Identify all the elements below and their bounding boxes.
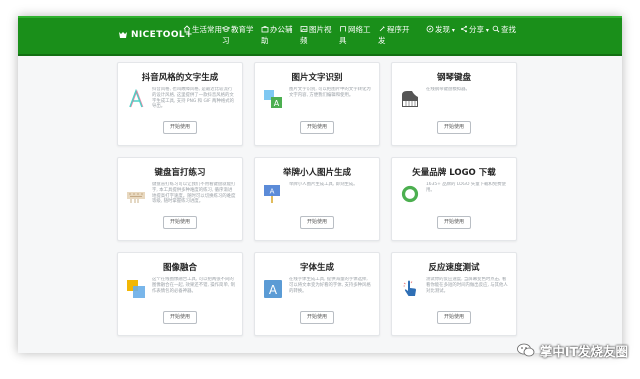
tool-card[interactable]: 字体生成 A 在线字体生成工具, 提供海量的字体选择, 可以将文本变为好看的字体…	[254, 252, 380, 336]
keyboard-typing-icon	[126, 184, 146, 204]
start-button[interactable]: 开始使用	[300, 121, 334, 134]
image-icon	[300, 25, 308, 33]
tool-card[interactable]: 抖音风格的文字生成 抖音风格, 也叫故障风格, 是最近比较流行的设计风格, 这里…	[117, 62, 243, 146]
card-title: 举牌小人图片生成	[282, 168, 351, 178]
card-description: 测试你的反应速度, 当屏幕变色时点击, 看看你能在多短的时间内做出反应, 与其他…	[426, 277, 508, 294]
svg-text:A: A	[270, 188, 275, 196]
start-button[interactable]: 开始使用	[300, 311, 334, 324]
share-icon	[460, 25, 468, 33]
card-description: 在线钢琴键盘模拟器。	[426, 87, 470, 92]
nav-item-image-video[interactable]: 图片视频	[300, 24, 338, 46]
tool-card[interactable]: 矢量品牌 LOGO 下载 1635+ 品牌的 LOGO 矢量下载和免费使用。 开…	[391, 157, 517, 241]
start-button[interactable]: 开始使用	[163, 216, 197, 229]
svg-text:A: A	[274, 99, 280, 108]
top-navigation-bar: NICETOOL+ 生活常用 教育学习 办公辅助 图片视频 网络工具 程序开发 …	[18, 16, 622, 56]
network-icon	[339, 25, 347, 33]
card-description: 图片文字识别, 可以把图片中的文字转化为文字内容, 方便我们编辑和使用。	[289, 87, 371, 98]
nav-item-office[interactable]: 办公辅助	[261, 24, 299, 46]
search-icon	[492, 25, 500, 33]
nav-label: 发现	[435, 25, 450, 34]
tool-card[interactable]: 图像融合 这个在线图像融合工具, 可以把两张不同的图像融合在一起, 效果还不错,…	[117, 252, 243, 336]
tools-grid: 抖音风格的文字生成 抖音风格, 也叫故障风格, 是最近比较流行的设计风格, 这里…	[18, 56, 622, 353]
start-button[interactable]: 开始使用	[437, 216, 471, 229]
tool-card[interactable]: 键盘盲打练习 键盘盲打练习可以让我们不用看键盘就能打字, 本工具提供多种难度的练…	[117, 157, 243, 241]
logo-icon	[118, 30, 128, 40]
card-title: 钢琴键盘	[436, 73, 471, 83]
card-title: 字体生成	[299, 263, 334, 273]
letter-a-glitch-icon	[126, 88, 146, 109]
card-description: 1635+ 品牌的 LOGO 矢量下载和免费使用。	[426, 182, 506, 193]
tap-pointer-icon	[400, 279, 420, 299]
sign-holder-icon: A	[263, 184, 283, 204]
svg-text:A: A	[269, 283, 278, 297]
overlapping-squares-icon	[126, 279, 146, 299]
briefcase-icon	[261, 25, 269, 33]
card-title: 图像融合	[162, 263, 197, 273]
watermark: 掌中IT发烧友圈	[516, 337, 628, 363]
card-description: 举牌小人图片生成工具, 即刻生成。	[289, 182, 358, 187]
tool-card[interactable]: 图片文字识别 A 图片文字识别, 可以把图片中的文字转化为文字内容, 方便我们编…	[254, 62, 380, 146]
tool-card[interactable]: 反应速度测试 测试你的反应速度, 当屏幕变色时点击, 看看你能在多短的时间内做出…	[391, 252, 517, 336]
card-description: 键盘盲打练习可以让我们不用看键盘就能打字, 本工具提供多种难度的练习, 循序渐进…	[152, 182, 236, 205]
letter-a-tile-icon: A	[263, 279, 283, 299]
compass-icon	[426, 25, 434, 33]
nav-item-life[interactable]: 生活常用	[183, 24, 222, 35]
nav-label: 生活常用	[192, 25, 222, 34]
card-title: 键盘盲打练习	[154, 168, 206, 178]
chevron-down-icon: ▾	[484, 27, 489, 34]
start-button[interactable]: 开始使用	[437, 311, 471, 324]
tool-card[interactable]: 举牌小人图片生成 A 举牌小人图片生成工具, 即刻生成。 开始使用	[254, 157, 380, 241]
card-description: 抖音风格, 也叫故障风格, 是最近比较流行的设计风格, 这里提供了一款抖音风格的…	[152, 87, 235, 110]
code-icon	[378, 25, 386, 33]
site-logo[interactable]: NICETOOL+	[118, 30, 193, 40]
nav-label: 分享	[469, 25, 484, 34]
start-button[interactable]: 开始使用	[300, 216, 334, 229]
nav-label: 查找	[501, 25, 516, 34]
nav-item-discover[interactable]: 发现 ▾	[426, 24, 455, 36]
card-title: 矢量品牌 LOGO 下载	[412, 168, 496, 178]
start-button[interactable]: 开始使用	[163, 311, 197, 324]
card-title: 反应速度测试	[428, 263, 480, 273]
tool-card[interactable]: 钢琴键盘 在线钢琴键盘模拟器。 开始使用	[391, 62, 517, 146]
card-description: 在线字体生成工具, 提供海量的字体选择, 可以将文本变为好看的字体, 支持多种风…	[289, 277, 371, 294]
nav-item-network[interactable]: 网络工具	[339, 24, 377, 46]
wechat-icon	[516, 340, 536, 360]
nav-item-dev[interactable]: 程序开发	[378, 24, 416, 46]
watermark-text: 掌中IT发烧友圈	[539, 343, 628, 359]
nav-item-education[interactable]: 教育学习	[222, 24, 260, 46]
start-button[interactable]: 开始使用	[437, 121, 471, 134]
nav-item-share[interactable]: 分享 ▾	[460, 24, 489, 36]
home-icon	[183, 25, 191, 33]
graduation-cap-icon	[222, 25, 230, 33]
image-text-ocr-icon: A	[263, 89, 283, 109]
green-ring-icon	[400, 184, 420, 204]
chevron-down-icon: ▾	[450, 27, 455, 34]
card-title: 抖音风格的文字生成	[141, 73, 219, 83]
card-title: 图片文字识别	[291, 73, 343, 83]
piano-icon	[400, 89, 420, 109]
nav-item-search[interactable]: 查找	[492, 24, 516, 35]
start-button[interactable]: 开始使用	[163, 121, 197, 134]
browser-window: NICETOOL+ 生活常用 教育学习 办公辅助 图片视频 网络工具 程序开发 …	[18, 16, 622, 353]
card-description: 这个在线图像融合工具, 可以把两张不同的图像融合在一起, 效果还不错, 操作简单…	[152, 277, 236, 294]
